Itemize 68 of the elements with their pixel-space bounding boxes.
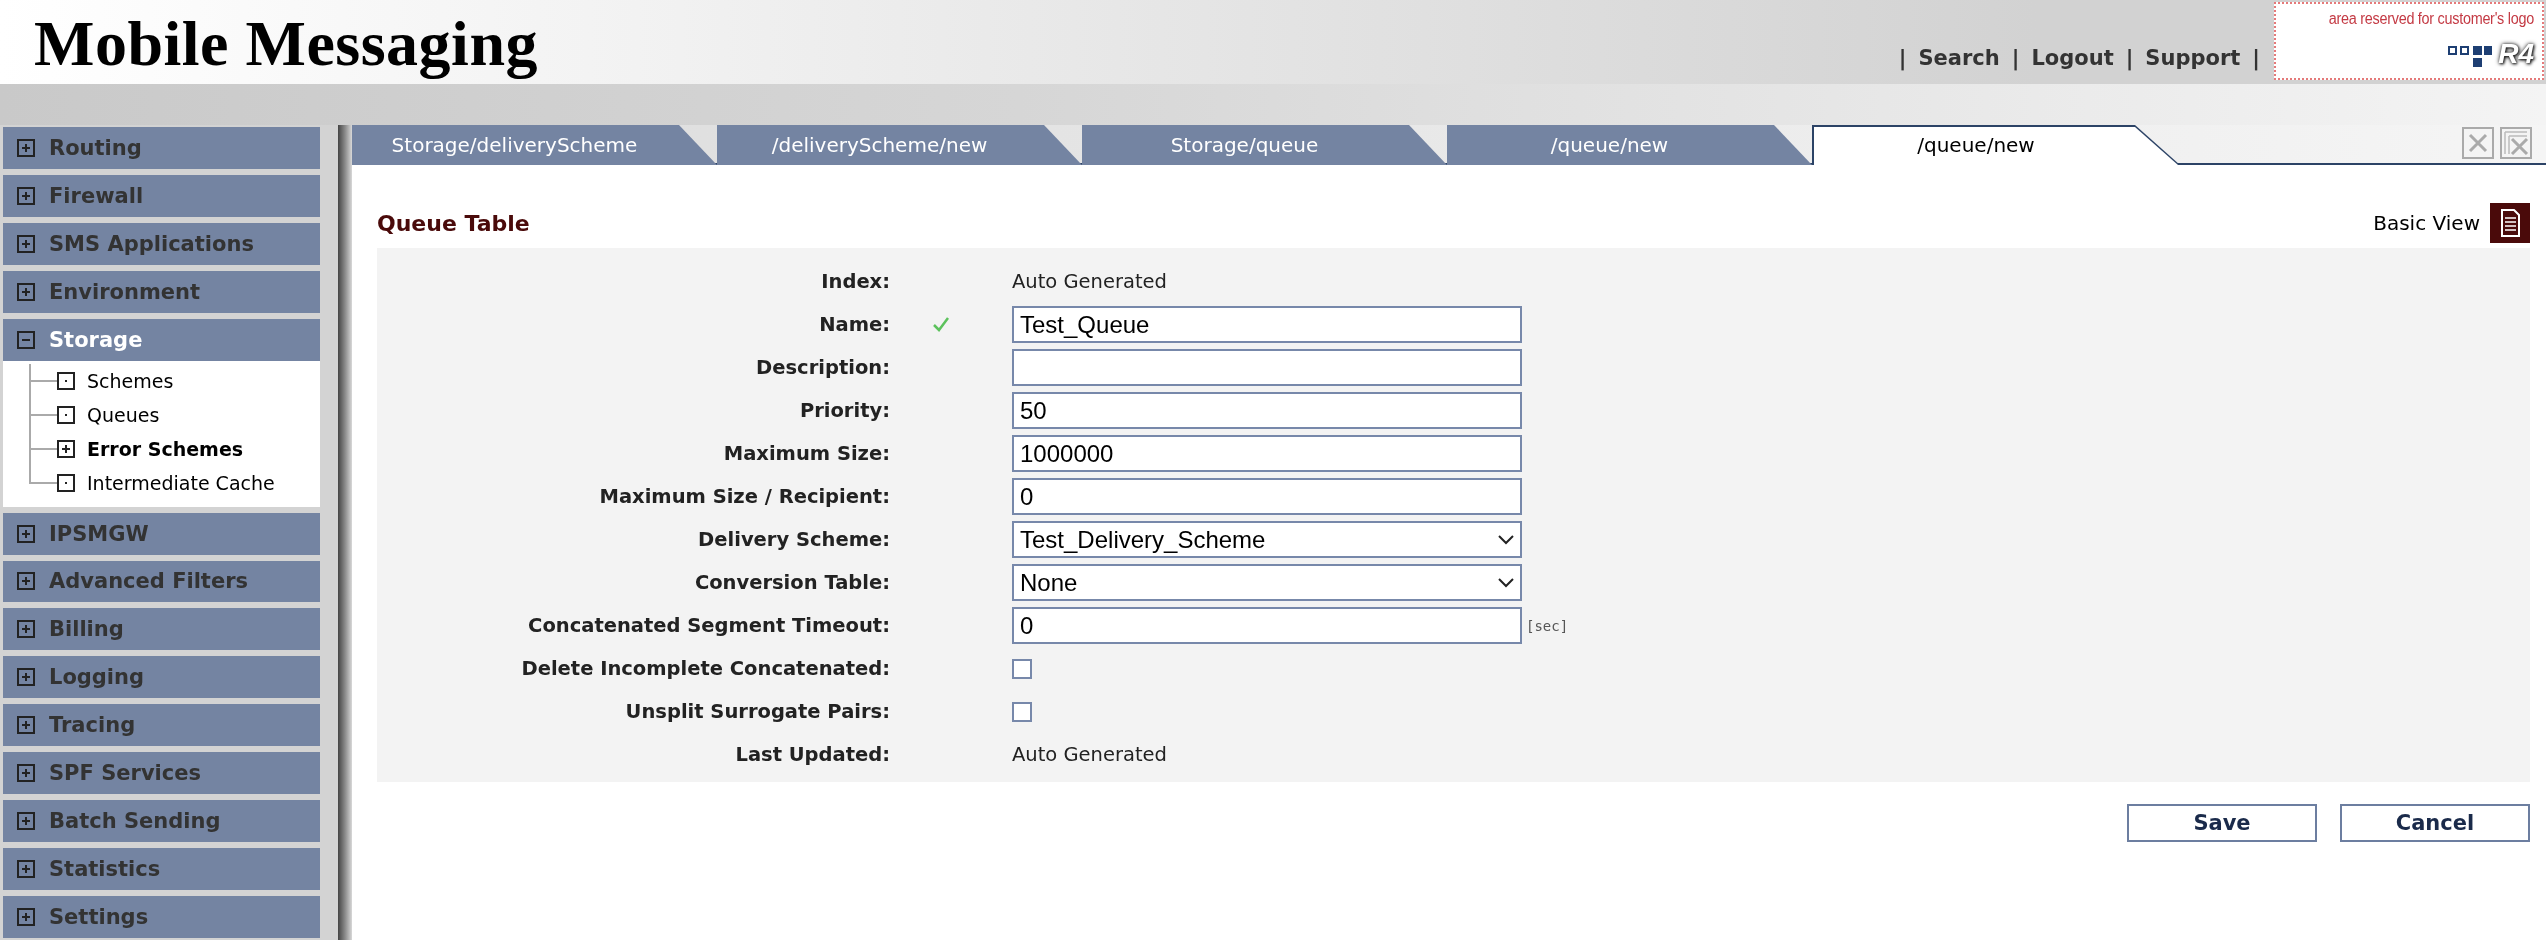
sidebar-item[interactable]: Tracing	[3, 704, 321, 747]
tab[interactable]: /queue/new	[1447, 125, 1812, 165]
view-toggle-label: Basic View	[2373, 211, 2480, 235]
sidebar-item[interactable]: Statistics	[3, 848, 321, 890]
checkbox[interactable]	[1012, 658, 1032, 679]
tab[interactable]: /deliveryScheme/new	[717, 125, 1082, 165]
tab[interactable]: Storage/deliveryScheme	[352, 125, 717, 165]
sidebar-item[interactable]: Settings	[3, 896, 321, 938]
section-title: Queue Table	[377, 210, 530, 236]
dropdown[interactable]: None	[1012, 564, 1522, 601]
tree-item[interactable]: Schemes	[87, 369, 174, 392]
chevron-down-icon	[1498, 534, 1514, 545]
input-field[interactable]: 0	[1012, 478, 1522, 515]
logo-caption: area reserved for customer's logo	[2328, 10, 2534, 28]
sidebar-item[interactable]: Billing	[3, 608, 321, 651]
sidebar-item[interactable]: Batch Sending	[3, 800, 321, 843]
field-label: Index:	[820, 270, 890, 293]
tree-item[interactable]: Queues	[87, 403, 160, 426]
field-label: Conversion Table:	[693, 571, 890, 594]
link-separator: |	[2252, 46, 2260, 70]
sidebar-item[interactable]: Advanced Filters	[3, 560, 321, 603]
tree-item[interactable]: Intermediate Cache	[87, 471, 275, 494]
input-field[interactable]: 0	[1012, 607, 1522, 644]
minus-box-icon[interactable]	[17, 330, 35, 349]
link-separator: |	[2011, 46, 2020, 70]
plus-box-icon[interactable]	[57, 439, 75, 458]
dot-box-icon	[57, 473, 75, 492]
dropdown[interactable]: Test_Delivery_Scheme	[1012, 521, 1522, 558]
form-button[interactable]: Save	[2127, 804, 2317, 842]
logo-text: R4	[2498, 38, 2534, 70]
form-button[interactable]: Cancel	[2340, 804, 2530, 842]
field-label: Last Updated:	[734, 743, 890, 766]
sidebar-item[interactable]: IPSMGW	[3, 512, 321, 555]
document-icon[interactable]	[2490, 203, 2530, 243]
input-field[interactable]: 50	[1012, 392, 1522, 429]
sidebar-item[interactable]: Environment	[3, 270, 321, 313]
input-field[interactable]: 1000000	[1012, 435, 1522, 472]
field-label: Unsplit Surrogate Pairs:	[624, 700, 890, 723]
input-field[interactable]: Test_Queue	[1012, 306, 1522, 343]
header-link[interactable]: Logout	[2031, 46, 2114, 70]
sidebar-item[interactable]: Storage	[3, 318, 321, 361]
field-label: Maximum Size:	[722, 442, 890, 465]
field-label: Maximum Size / Recipient:	[598, 485, 890, 508]
header-link[interactable]: Search	[1918, 46, 2000, 70]
sidebar-item[interactable]: SPF Services	[3, 752, 321, 795]
field-label: Description:	[755, 356, 890, 379]
dot-box-icon	[57, 371, 75, 390]
field-label: Concatenated Segment Timeout:	[527, 614, 890, 637]
field-label: Priority:	[798, 399, 890, 422]
field-label: Delivery Scheme:	[697, 528, 890, 551]
checkbox[interactable]	[1012, 701, 1032, 722]
chevron-down-icon	[1498, 577, 1514, 588]
dot-box-icon	[57, 405, 75, 424]
field-value: Auto Generated	[1012, 743, 1167, 766]
sidebar-item[interactable]: Routing	[3, 127, 321, 169]
sidebar-item[interactable]: Logging	[3, 656, 321, 699]
sidebar-item[interactable]: SMS Applications	[3, 222, 321, 265]
header-link[interactable]: Support	[2145, 46, 2241, 70]
sidebar-item[interactable]: Firewall	[3, 174, 321, 217]
tree-item[interactable]: Error Schemes	[87, 437, 244, 460]
link-separator: |	[1898, 46, 1907, 70]
field-label: Name:	[818, 313, 890, 336]
input-field[interactable]	[1012, 349, 1522, 386]
unit-label: [sec]	[1525, 618, 1569, 634]
link-separator: |	[2125, 46, 2134, 70]
field-value: Auto Generated	[1012, 270, 1167, 293]
field-label: Delete Incomplete Concatenated:	[520, 657, 890, 680]
tab[interactable]: Storage/queue	[1082, 125, 1447, 165]
